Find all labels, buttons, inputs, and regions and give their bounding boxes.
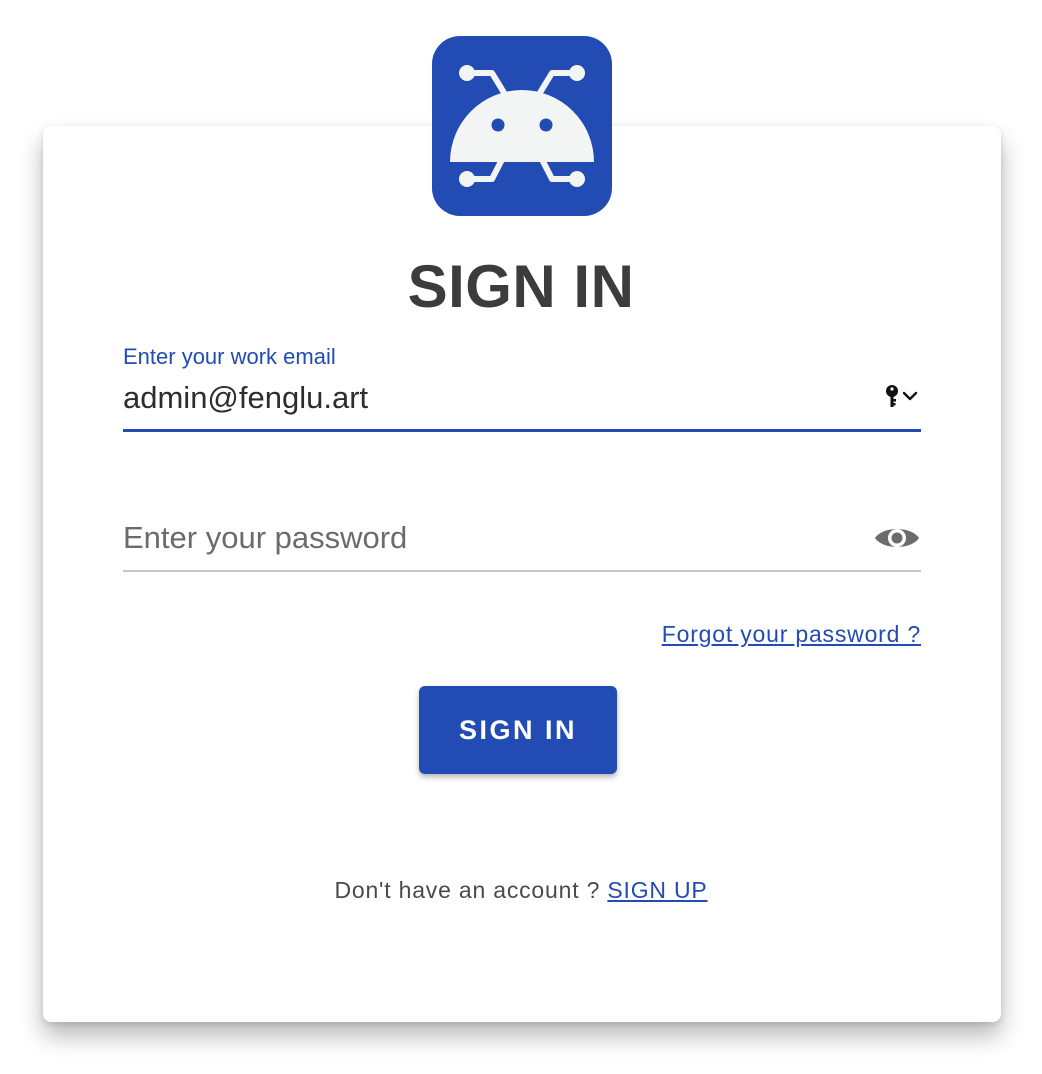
email-label: Enter your work email [123,344,336,369]
email-underline [123,429,921,432]
sign-in-button[interactable]: SIGN IN [419,686,617,774]
password-field[interactable]: Enter your password [123,510,921,572]
signup-link[interactable]: SIGN UP [607,877,707,903]
page-title: SIGN IN [407,253,635,320]
robot-logo-icon [432,36,612,216]
email-input[interactable]: admin@fenglu.art [123,380,368,416]
password-underline [123,570,921,572]
forgot-password-link[interactable]: Forgot your password ? [662,620,921,648]
password-input[interactable]: Enter your password [123,520,407,556]
key-autofill-icon[interactable] [883,384,921,410]
signup-prompt-text: Don't have an account ? [334,877,608,903]
signup-prompt: Don't have an account ? SIGN UP [0,876,1042,904]
eye-icon[interactable] [873,520,921,556]
email-field[interactable]: Enter your work email admin@fenglu.art [123,340,921,432]
signin-page: SIGN IN Enter your work email admin@feng… [0,0,1042,1074]
